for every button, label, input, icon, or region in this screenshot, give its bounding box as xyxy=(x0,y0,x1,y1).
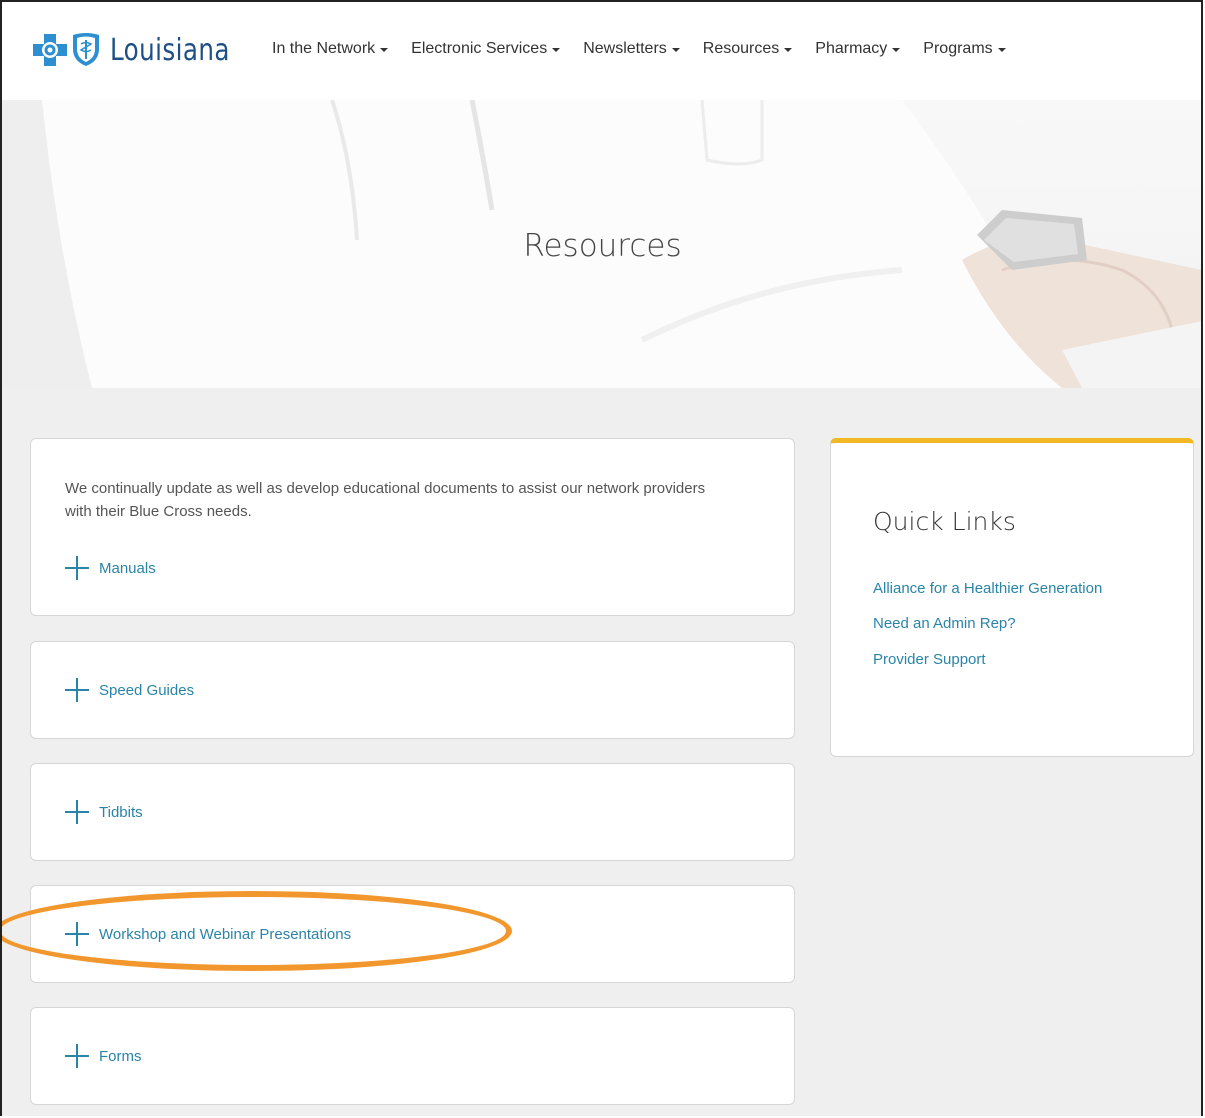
accordion-tidbits[interactable]: Tidbits xyxy=(65,800,143,824)
chevron-down-icon xyxy=(671,48,680,52)
chevron-down-icon xyxy=(997,48,1006,52)
right-border xyxy=(1201,2,1203,1116)
chevron-down-icon xyxy=(892,48,901,52)
site-logo[interactable]: Louisiana xyxy=(32,30,256,70)
plus-icon xyxy=(65,1044,89,1068)
plus-icon xyxy=(65,556,89,580)
page-title: Resources xyxy=(523,228,682,264)
nav-label: Pharmacy xyxy=(815,40,888,57)
nav-label: Newsletters xyxy=(583,40,667,57)
nav-item-resources[interactable]: Resources xyxy=(702,40,793,58)
blue-cross-logo-icon xyxy=(33,34,67,66)
nav-item-programs[interactable]: Programs xyxy=(923,40,1006,58)
accordion-card: Workshop and Webinar Presentations xyxy=(30,885,795,983)
site-header: Louisiana In the Network Electronic Serv… xyxy=(2,2,1203,100)
nav-label: In the Network xyxy=(272,40,376,57)
nav-item-pharmacy[interactable]: Pharmacy xyxy=(815,40,901,58)
accordion-forms[interactable]: Forms xyxy=(65,1044,142,1068)
quick-links-title: Quick Links xyxy=(873,507,1016,536)
main-nav: In the Network Electronic Services Newsl… xyxy=(272,40,1029,58)
resources-intro-card: We continually update as well as develop… xyxy=(30,438,795,616)
nav-label: Programs xyxy=(923,40,993,57)
accordion-speed-guides[interactable]: Speed Guides xyxy=(65,678,194,702)
accordion-workshop-webinar-presentations[interactable]: Workshop and Webinar Presentations xyxy=(65,922,351,946)
quick-link-admin-rep[interactable]: Need an Admin Rep? xyxy=(873,615,1016,632)
plus-icon xyxy=(65,678,89,702)
accordion-label: Manuals xyxy=(99,559,156,577)
accordion-card: Forms xyxy=(30,1007,795,1105)
quick-link-provider-support[interactable]: Provider Support xyxy=(873,651,986,668)
chevron-down-icon xyxy=(552,48,561,52)
quick-links-card: Quick Links Alliance for a Healthier Gen… xyxy=(830,438,1194,757)
intro-text: We continually update as well as develop… xyxy=(65,480,706,520)
nav-item-in-the-network[interactable]: In the Network xyxy=(272,40,389,58)
nav-label: Electronic Services xyxy=(411,40,548,57)
plus-icon xyxy=(65,922,89,946)
accordion-card: Speed Guides xyxy=(30,641,795,739)
nav-label: Resources xyxy=(702,40,780,57)
nav-item-newsletters[interactable]: Newsletters xyxy=(583,40,680,58)
accordion-card: Tidbits xyxy=(30,763,795,861)
chevron-down-icon xyxy=(784,48,793,52)
accordion-manuals[interactable]: Manuals xyxy=(65,556,156,580)
plus-icon xyxy=(65,800,89,824)
accordion-label: Tidbits xyxy=(99,803,143,821)
accordion-label: Workshop and Webinar Presentations xyxy=(99,925,352,943)
chevron-down-icon xyxy=(380,48,389,52)
blue-shield-logo-icon xyxy=(73,33,99,66)
quick-link-alliance[interactable]: Alliance for a Healthier Generation xyxy=(873,580,1102,597)
accordion-label: Speed Guides xyxy=(99,681,195,699)
page-frame: Louisiana In the Network Electronic Serv… xyxy=(0,0,1203,1116)
hero-banner: Resources xyxy=(2,100,1203,388)
brand-name: Louisiana xyxy=(110,32,230,68)
nav-item-electronic-services[interactable]: Electronic Services xyxy=(411,40,561,58)
accordion-label: Forms xyxy=(99,1047,142,1065)
